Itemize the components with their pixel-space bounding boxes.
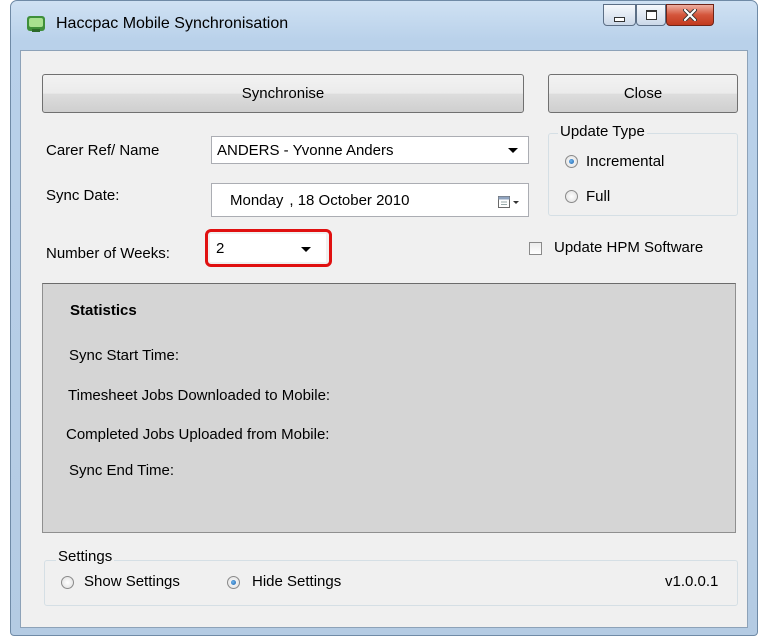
sync-date-rest: , 18 October 2010 <box>289 191 410 209</box>
sync-date-day: Monday <box>230 191 284 209</box>
hide-settings-radio[interactable] <box>227 576 240 589</box>
jobs-downloaded-label: Timesheet Jobs Downloaded to Mobile: <box>68 387 331 404</box>
maximize-button[interactable] <box>636 4 666 26</box>
weeks-highlight-box <box>205 229 332 267</box>
app-icon <box>26 14 46 34</box>
carer-label: Carer Ref/ Name <box>46 142 160 159</box>
update-type-group <box>548 133 738 216</box>
jobs-uploaded-label: Completed Jobs Uploaded from Mobile: <box>66 426 330 443</box>
incremental-radio[interactable] <box>565 155 578 168</box>
carer-dropdown[interactable]: ANDERS - Yvonne Anders <box>211 136 529 164</box>
carer-value: ANDERS - Yvonne Anders <box>217 141 394 159</box>
weeks-label: Number of Weeks: <box>46 245 170 262</box>
sync-start-time-label: Sync Start Time: <box>69 347 180 364</box>
chevron-down-icon <box>508 148 518 153</box>
incremental-label[interactable]: Incremental <box>586 153 664 170</box>
statistics-heading: Statistics <box>70 302 137 319</box>
sync-date-picker[interactable]: Monday , 18 October 2010 <box>211 183 529 217</box>
settings-legend: Settings <box>56 548 115 565</box>
show-settings-radio[interactable] <box>61 576 74 589</box>
hide-settings-label[interactable]: Hide Settings <box>252 573 341 590</box>
update-type-legend: Update Type <box>558 123 647 140</box>
maximize-icon <box>645 10 657 20</box>
full-radio[interactable] <box>565 190 578 203</box>
synchronise-button[interactable]: Synchronise <box>42 74 524 113</box>
close-window-button[interactable] <box>666 4 714 26</box>
close-button[interactable]: Close <box>548 74 738 113</box>
minimize-button[interactable] <box>603 4 636 26</box>
calendar-icon[interactable] <box>498 195 520 212</box>
version-label: v1.0.0.1 <box>665 573 719 590</box>
sync-date-label: Sync Date: <box>46 187 120 204</box>
sync-end-time-label: Sync End Time: <box>69 462 175 479</box>
update-hpm-checkbox[interactable] <box>529 242 542 255</box>
close-icon <box>683 9 697 21</box>
minimize-icon <box>614 16 625 22</box>
window-title: Haccpac Mobile Synchronisation <box>56 15 289 32</box>
full-label[interactable]: Full <box>586 188 610 205</box>
statistics-panel <box>42 283 736 533</box>
update-hpm-label[interactable]: Update HPM Software <box>554 239 703 256</box>
show-settings-label[interactable]: Show Settings <box>84 573 180 590</box>
